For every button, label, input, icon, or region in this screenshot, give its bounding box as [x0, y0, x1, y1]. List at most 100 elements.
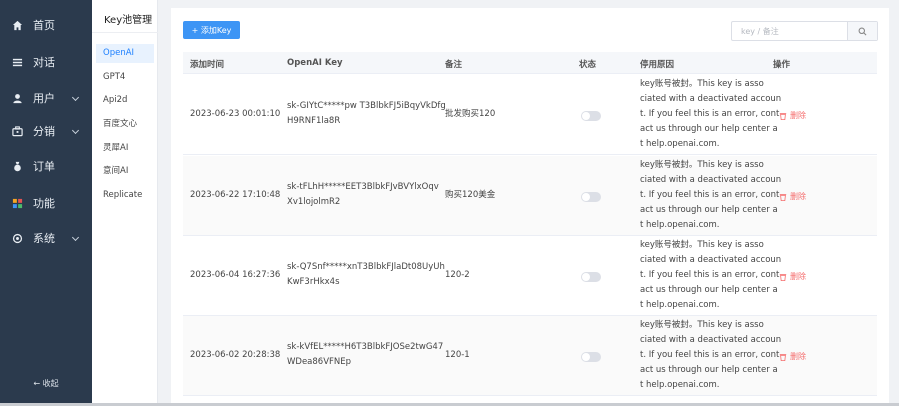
nav-label: 对话 — [33, 56, 55, 69]
table-header: 添加时间 OpenAI Key 备注 状态 停用原因 操作 — [183, 52, 877, 74]
added-time: 2023-06-22 17:10:48 — [190, 190, 281, 200]
reason-line: t help.openai.com. — [640, 300, 720, 310]
collapse-button[interactable]: ← 收起 — [0, 378, 92, 389]
note: 批发购买120 — [445, 109, 496, 119]
key-line: H9RNF1la8R — [287, 116, 341, 126]
nav-item-system[interactable]: 系统 — [0, 220, 92, 256]
reason-line: key账号被封。This key is asso — [640, 79, 764, 89]
submenu-item-baidu[interactable]: 百度文心 — [96, 115, 154, 134]
submenu-item-gpt4[interactable]: GPT4 — [96, 68, 154, 87]
openai-key: sk-tFLhH*****EET3BlbkFJvBVYlxOqv Xv1lojo… — [287, 180, 439, 210]
disable-reason: key账号被封。This key is asso ciated with a d… — [640, 318, 781, 393]
delete-button[interactable]: 删除 — [779, 110, 806, 121]
nav-item-home[interactable]: 首页 — [0, 7, 92, 43]
reason-line: t. If you feel this is an error, cont — [640, 109, 780, 119]
disable-reason: key账号被封。This key is asso ciated with a d… — [640, 158, 781, 233]
trash-icon — [779, 273, 787, 281]
search-input[interactable] — [732, 22, 847, 40]
list-icon — [11, 56, 23, 68]
home-icon — [11, 19, 23, 31]
key-line: Xv1lojolmR2 — [287, 197, 341, 207]
reason-line: key账号被封。This key is asso — [640, 160, 764, 170]
nav-item-features[interactable]: 功能 — [0, 185, 92, 221]
reason-line: t. If you feel this is an error, cont — [640, 270, 780, 280]
delete-button[interactable]: 删除 — [779, 271, 806, 282]
column-header: 添加时间 — [190, 60, 225, 70]
openai-key: sk-Q7Snf*****xnT3BlbkFJlaDt08UyUh KwF3rH… — [287, 260, 445, 290]
reason-line: act us through our help center a — [640, 205, 778, 215]
submenu-item-api2d[interactable]: Api2d — [96, 91, 154, 110]
search-box — [731, 21, 878, 41]
column-header: OpenAI Key — [287, 58, 343, 68]
column-header: 备注 — [445, 60, 463, 70]
reason-line: t help.openai.com. — [640, 380, 720, 390]
delete-button[interactable]: 删除 — [779, 191, 806, 202]
table-row: 2023-06-23 00:01:10 sk-GIYtC*****pw T3Bl… — [183, 75, 877, 155]
delete-label: 删除 — [790, 352, 806, 361]
reason-line: t. If you feel this is an error, cont — [640, 350, 780, 360]
chevron-down-icon — [71, 93, 80, 102]
nav-item-orders[interactable]: 订单 — [0, 148, 92, 184]
table-row: 2023-06-02 20:28:38 sk-kVfEL*****H6T3Blb… — [183, 316, 877, 396]
disable-reason: key账号被封。This key is asso ciated with a d… — [640, 77, 781, 152]
add-key-button[interactable]: + 添加Key — [183, 21, 240, 39]
trash-icon — [779, 193, 787, 201]
nav-label: 订单 — [33, 160, 55, 173]
submenu-item-yijian[interactable]: 意间AI — [96, 162, 154, 181]
added-time: 2023-06-02 20:28:38 — [190, 350, 281, 360]
grid-icon — [11, 197, 23, 209]
added-time: 2023-06-23 00:01:10 — [190, 109, 281, 119]
key-pool-menu: Key池管理 OpenAI GPT4 Api2d 百度文心 灵犀AI 意间AI … — [92, 0, 158, 403]
disable-reason: key账号被封。This key is asso ciated with a d… — [640, 238, 781, 313]
reason-line: ciated with a deactivated accoun — [640, 335, 782, 345]
status-toggle[interactable] — [581, 111, 601, 121]
key-line: sk-GIYtC*****pw T3BlbkFJ5iBqyVkDfg — [287, 101, 446, 111]
status-toggle[interactable] — [581, 192, 601, 202]
reason-line: t. If you feel this is an error, cont — [640, 190, 780, 200]
key-line: sk-Q7Snf*****xnT3BlbkFJlaDt08UyUh — [287, 262, 445, 272]
nav-label: 系统 — [33, 232, 55, 245]
reason-line: ciated with a deactivated accoun — [640, 175, 782, 185]
nav-item-distribution[interactable]: 分销 — [0, 113, 92, 149]
reason-line: ciated with a deactivated accoun — [640, 94, 782, 104]
reason-line: t help.openai.com. — [640, 139, 720, 149]
reason-line: t help.openai.com. — [640, 220, 720, 230]
share-icon — [11, 125, 23, 137]
note: 120-2 — [445, 270, 470, 280]
content-card: + 添加Key 添加时间 OpenAI Key 备注 状态 停用原因 操作 20… — [171, 8, 889, 403]
delete-label: 删除 — [790, 192, 806, 201]
reason-line: key账号被封。This key is asso — [640, 320, 764, 330]
nav-item-users[interactable]: 用户 — [0, 80, 92, 116]
table-row: 2023-06-04 16:27:36 sk-Q7Snf*****xnT3Blb… — [183, 236, 877, 316]
submenu-item-replicate[interactable]: Replicate — [96, 186, 154, 205]
nav-label: 功能 — [33, 197, 55, 210]
nav-label: 用户 — [33, 92, 55, 105]
key-line: WDea86VFNEp — [287, 357, 352, 367]
note: 购买120美金 — [445, 190, 496, 200]
submenu-item-lingxi[interactable]: 灵犀AI — [96, 139, 154, 158]
status-toggle[interactable] — [581, 352, 601, 362]
chevron-down-icon — [71, 233, 80, 242]
openai-key: sk-kVfEL*****H6T3BlbkFJOSe2twG47 WDea86V… — [287, 340, 443, 370]
reason-line: act us through our help center a — [640, 365, 778, 375]
search-button[interactable] — [847, 22, 877, 40]
reason-line: act us through our help center a — [640, 285, 778, 295]
status-toggle[interactable] — [581, 272, 601, 282]
key-line: sk-kVfEL*****H6T3BlbkFJOSe2twG47 — [287, 342, 444, 352]
submenu-title: Key池管理 — [104, 15, 153, 26]
nav-item-dialog[interactable]: 对话 — [0, 44, 92, 80]
divider — [92, 32, 158, 33]
reason-line: ciated with a deactivated accoun — [640, 255, 782, 265]
submenu-item-openai[interactable]: OpenAI — [96, 44, 154, 63]
trash-icon — [779, 112, 787, 120]
delete-button[interactable]: 删除 — [779, 351, 806, 362]
delete-label: 删除 — [790, 272, 806, 281]
table-row: 2023-06-22 17:10:48 sk-tFLhH*****EET3Blb… — [183, 156, 877, 236]
key-line: sk-tFLhH*****EET3BlbkFJvBVYlxOqv — [287, 182, 439, 192]
delete-label: 删除 — [790, 111, 806, 120]
openai-key: sk-GIYtC*****pw T3BlbkFJ5iBqyVkDfg H9RNF… — [287, 99, 446, 129]
note: 120-1 — [445, 350, 470, 360]
reason-line: act us through our help center a — [640, 124, 778, 134]
added-time: 2023-06-04 16:27:36 — [190, 270, 281, 280]
nav-label: 首页 — [33, 19, 55, 32]
